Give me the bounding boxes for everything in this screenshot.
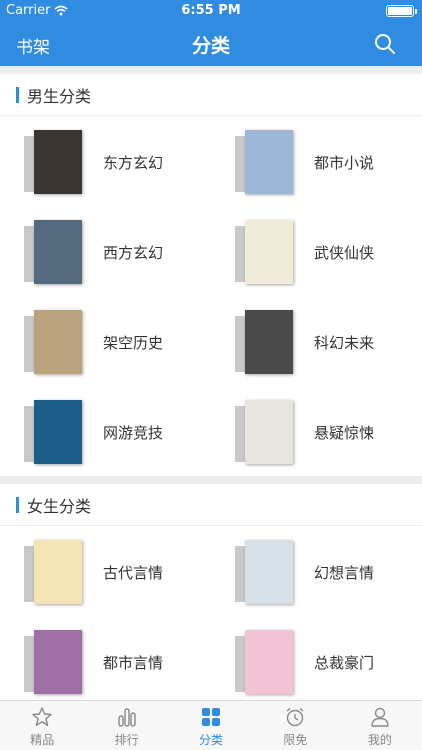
tab-label: 限免 [283,733,308,747]
tab-label: 排行 [114,733,139,747]
category-label: 东方玄幻 [103,154,164,172]
category-item[interactable]: 网游竞技 [0,386,211,476]
section-accent-bar [16,86,19,103]
category-item[interactable]: 都市言情 [0,616,211,700]
tab-star[interactable]: 精品 [0,701,84,750]
tab-person[interactable]: 我的 [338,701,422,750]
tab-grid[interactable]: 分类 [169,701,253,750]
book-cover-image [235,540,293,604]
book-cover-image [24,220,82,284]
book-cover-image [24,130,82,194]
section-header: 女生分类 [0,484,422,526]
status-bar: Carrier 6:55 PM [0,0,422,22]
book-cover-image [24,400,82,464]
alarm-clock-icon [284,706,306,728]
category-item[interactable]: 幻想言情 [211,526,422,616]
person-icon [369,706,391,728]
category-label: 总裁豪门 [314,654,375,672]
status-time: 6:55 PM [181,3,241,18]
category-item[interactable]: 古代言情 [0,526,211,616]
nav-bar: 书架 分类 [0,22,422,66]
category-label: 都市言情 [103,654,164,672]
category-item[interactable]: 都市小说 [211,116,422,206]
category-item[interactable]: 武侠仙侠 [211,206,422,296]
male-category-section: 男生分类 东方玄幻 都市小说西方玄幻 武侠仙侠架空历史 科幻未来网游竞技 悬疑惊悚 [0,74,422,476]
category-label: 武侠仙侠 [314,244,375,262]
book-cover-image [235,630,293,694]
tab-label: 精品 [30,733,55,747]
category-item[interactable]: 悬疑惊悚 [211,386,422,476]
book-cover-image [235,400,293,464]
category-item[interactable]: 架空历史 [0,296,211,386]
search-icon[interactable] [374,33,396,55]
category-item[interactable]: 科幻未来 [211,296,422,386]
grid-icon [200,706,222,728]
category-label: 悬疑惊悚 [314,424,375,442]
category-list[interactable]: 男生分类 东方玄幻 都市小说西方玄幻 武侠仙侠架空历史 科幻未来网游竞技 悬疑惊悚 女生… [0,66,422,700]
book-cover-image [24,310,82,374]
tab-bar: 精品 排行 分类 限免 我的 [0,700,422,750]
category-label: 幻想言情 [314,564,375,582]
category-label: 古代言情 [103,564,164,582]
section-header: 男生分类 [0,74,422,116]
category-item[interactable]: 总裁豪门 [211,616,422,700]
section-title: 男生分类 [27,86,92,106]
book-cover-image [235,220,293,284]
category-label: 架空历史 [103,334,164,352]
bar-chart-icon [116,706,138,728]
star-icon [31,706,53,728]
bookshelf-button[interactable]: 书架 [16,33,50,58]
page-title: 分类 [191,35,230,57]
category-label: 科幻未来 [314,334,375,352]
category-item[interactable]: 东方玄幻 [0,116,211,206]
book-cover-image [235,310,293,374]
section-accent-bar [16,496,19,513]
category-label: 都市小说 [314,154,375,172]
section-title: 女生分类 [27,496,92,516]
book-cover-image [235,130,293,194]
female-category-section: 女生分类 古代言情 幻想言情都市言情 总裁豪门 [0,484,422,700]
tab-bar-chart[interactable]: 排行 [84,701,168,750]
book-cover-image [24,630,82,694]
book-cover-image [24,540,82,604]
tab-label: 分类 [199,733,224,747]
tab-label: 我的 [367,733,392,747]
category-label: 网游竞技 [103,424,164,442]
category-label: 西方玄幻 [103,244,164,262]
battery-icon [386,5,417,17]
tab-alarm-clock[interactable]: 限免 [253,701,337,750]
category-item[interactable]: 西方玄幻 [0,206,211,296]
